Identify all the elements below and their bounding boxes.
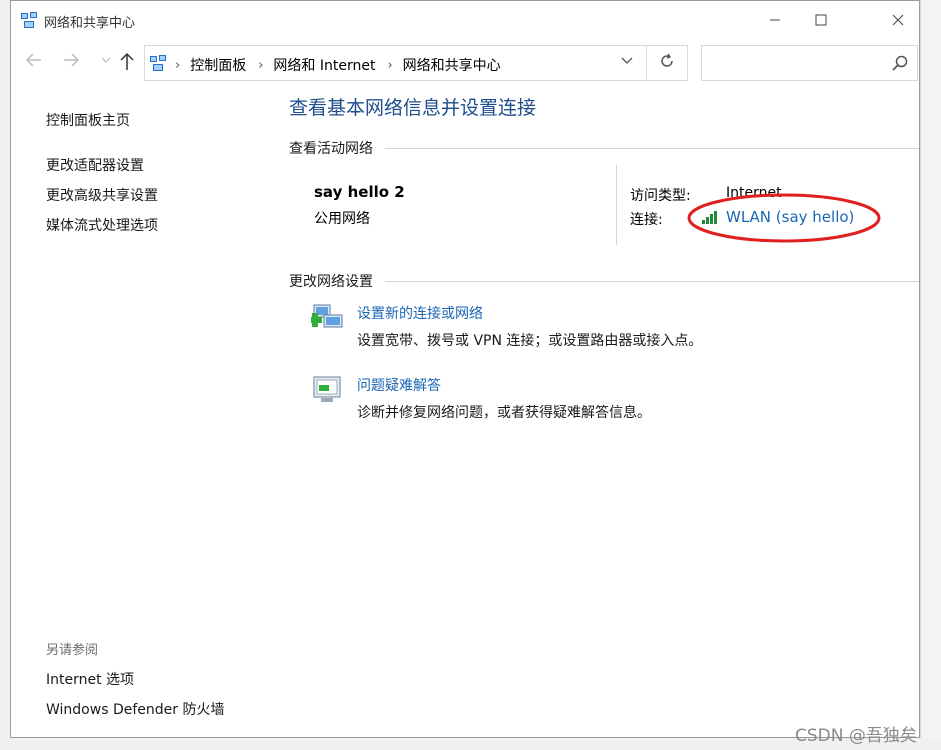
close-icon [892,14,904,26]
section-divider [385,148,919,149]
change-settings-heading: 更改网络设置 [289,274,373,290]
sidebar-item-defender-firewall[interactable]: Windows Defender 防火墙 [46,699,224,719]
breadcrumb-separator-icon[interactable]: › [175,58,180,73]
breadcrumb-separator-icon[interactable]: › [387,58,392,73]
sidebar-item-adapter-settings[interactable]: 更改适配器设置 [46,155,144,175]
forward-button[interactable] [59,51,83,75]
troubleshoot-icon [313,376,341,402]
network-type[interactable]: 公用网络 [314,208,370,228]
network-sharing-center-window: 网络和共享中心 › 控制面板 › 网络和 Internet › 网络和共享中心 … [10,0,920,738]
vertical-divider [616,165,617,245]
navigation-row: › 控制面板 › 网络和 Internet › 网络和共享中心 [11,43,919,83]
page-title: 查看基本网络信息并设置连接 [289,97,537,119]
window-title: 网络和共享中心 [44,16,136,31]
troubleshoot-link[interactable]: 问题疑难解答 [357,375,441,395]
chevron-down-icon [101,57,111,63]
address-divider [646,46,647,80]
background-window-edge-right [921,0,941,750]
connection-label: 连接: [630,212,663,228]
control-panel-icon [150,55,166,71]
forward-arrow-icon [64,53,80,67]
watermark-text: CSDN @吾独矣 [795,726,917,746]
network-center-icon [21,12,37,28]
back-arrow-icon [25,53,41,67]
maximize-button[interactable] [798,5,844,35]
refresh-button[interactable] [655,52,679,74]
troubleshoot-description: 诊断并修复网络问题，或者获得疑难解答信息。 [357,405,651,421]
setup-connection-description: 设置宽带、拨号或 VPN 连接；或设置路由器或接入点。 [357,333,703,349]
breadcrumb: › 控制面板 › 网络和 Internet › 网络和共享中心 [175,55,513,75]
minimize-icon [770,19,780,21]
network-name: say hello 2 [314,183,405,201]
sidebar-item-media-streaming[interactable]: 媒体流式处理选项 [46,215,158,235]
sidebar-item-advanced-sharing[interactable]: 更改高级共享设置 [46,185,158,205]
red-annotation-ellipse [687,193,881,243]
search-input[interactable] [701,45,918,81]
up-button[interactable] [115,51,139,75]
search-icon [892,55,908,71]
close-button[interactable] [876,5,920,35]
minimize-button[interactable] [752,5,798,35]
address-bar[interactable]: › 控制面板 › 网络和 Internet › 网络和共享中心 [144,45,688,81]
up-arrow-icon [120,52,134,70]
setup-connection-link[interactable]: 设置新的连接或网络 [357,303,483,323]
breadcrumb-network-sharing-center[interactable]: 网络和共享中心 [403,55,501,75]
active-networks-heading: 查看活动网络 [289,141,373,157]
breadcrumb-separator-icon[interactable]: › [258,58,263,73]
breadcrumb-control-panel[interactable]: 控制面板 [190,55,246,75]
breadcrumb-network-internet[interactable]: 网络和 Internet [273,55,375,75]
title-bar[interactable]: 网络和共享中心 [11,1,919,39]
section-divider [385,281,919,282]
chevron-down-icon [621,57,633,64]
network-setup-icon [311,304,343,328]
back-button[interactable] [22,51,46,75]
sidebar-item-control-panel-home[interactable]: 控制面板主页 [46,110,130,130]
address-history-dropdown[interactable] [615,55,639,73]
see-also-heading: 另请参阅 [46,643,99,658]
maximize-icon [815,14,827,26]
sidebar-item-internet-options[interactable]: Internet 选项 [46,669,134,689]
refresh-icon [661,53,673,67]
access-type-label: 访问类型: [630,188,691,204]
background-window-edge [0,0,10,750]
